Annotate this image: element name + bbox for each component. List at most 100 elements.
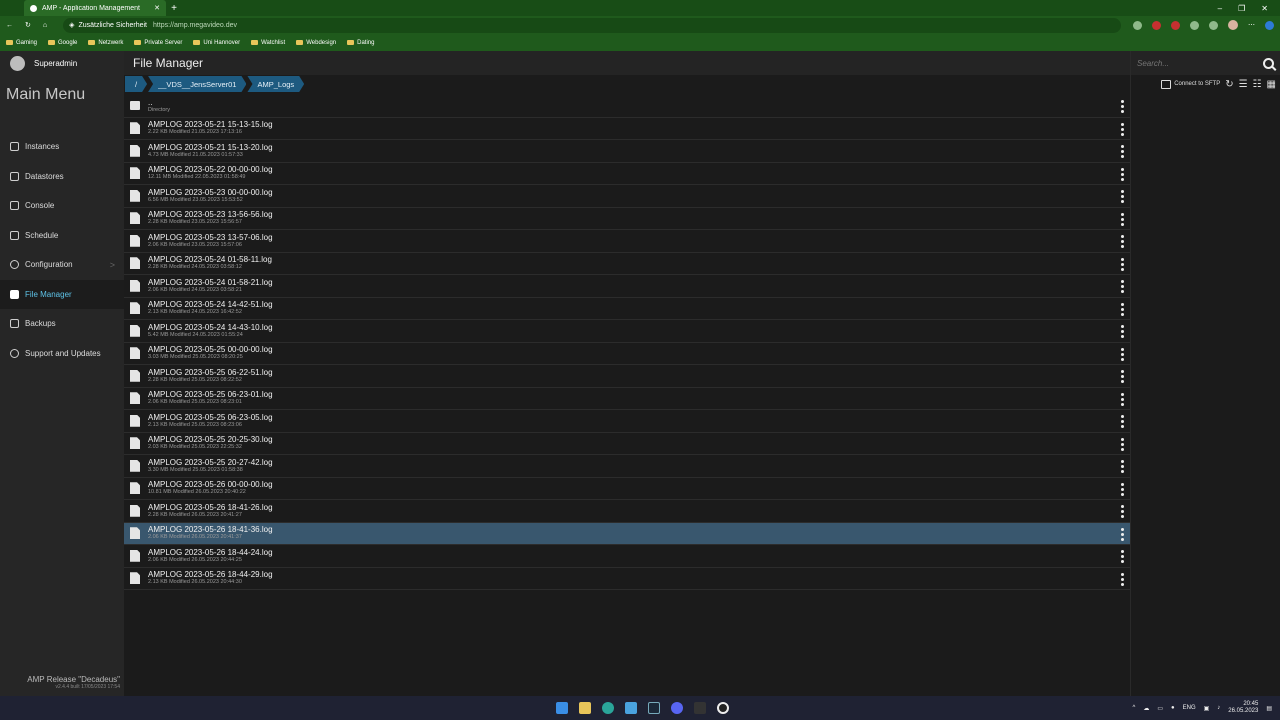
table-row[interactable]: AMPLOG 2023-05-25 20-27-42.log 3.30 MB Mo…	[124, 455, 1130, 478]
kebab-menu-icon[interactable]	[1121, 235, 1124, 248]
volume-icon[interactable]: ♪	[1217, 705, 1220, 711]
steam-icon[interactable]	[648, 702, 660, 714]
table-row[interactable]: AMPLOG 2023-05-21 15-13-15.log 2.22 KB Mo…	[124, 118, 1130, 140]
table-row[interactable]: AMPLOG 2023-05-25 00-00-00.log 3.03 MB Mo…	[124, 343, 1130, 365]
mic-icon[interactable]: ●	[1171, 705, 1175, 711]
notifications-icon[interactable]: ▤	[1266, 705, 1272, 712]
home-icon[interactable]: ⌂	[43, 22, 47, 29]
table-row[interactable]: AMPLOG 2023-05-25 20-25-30.log 2.03 KB Mo…	[124, 433, 1130, 455]
kebab-menu-icon[interactable]	[1121, 527, 1124, 541]
sidebar-item-backups[interactable]: Backups	[0, 309, 124, 339]
bookmark-uni-hannover[interactable]: Uni Hannover	[193, 40, 240, 46]
reload-icon[interactable]: ↻	[25, 21, 31, 29]
table-row[interactable]: AMPLOG 2023-05-23 00-00-00.log 6.56 MB Mo…	[124, 185, 1130, 208]
bookmark-netzwerk[interactable]: Netzwerk	[88, 40, 123, 46]
table-row[interactable]: AMPLOG 2023-05-24 14-42-51.log 2.13 KB Mo…	[124, 298, 1130, 320]
table-row[interactable]: AMPLOG 2023-05-26 18-44-24.log 2.06 KB Mo…	[124, 545, 1130, 568]
kebab-menu-icon[interactable]	[1121, 100, 1124, 113]
kebab-menu-icon[interactable]	[1121, 212, 1124, 226]
search-input[interactable]	[1137, 58, 1247, 68]
table-row[interactable]: AMPLOG 2023-05-26 18-44-29.log 2.13 KB Mo…	[124, 568, 1130, 590]
connect-sftp-button[interactable]: Connect to SFTP	[1161, 79, 1220, 89]
adblock-icon[interactable]	[1152, 20, 1161, 30]
kebab-menu-icon[interactable]	[1121, 122, 1124, 136]
bookmark-dating[interactable]: Dating	[347, 40, 374, 46]
table-row[interactable]: AMPLOG 2023-05-26 18-41-36.log 2.06 KB Mo…	[124, 522, 1130, 545]
bookmark-private-server[interactable]: Private Server	[134, 40, 182, 46]
bookmark-webdesign[interactable]: Webdesign	[296, 40, 336, 46]
back-icon[interactable]: ←	[6, 22, 13, 29]
detail-view-icon[interactable]: ☷	[1253, 79, 1262, 90]
table-row[interactable]: AMPLOG 2023-05-21 15-13-20.log 4.73 MB Mo…	[124, 140, 1130, 163]
parent-directory-row[interactable]: .. Directory	[124, 95, 1130, 118]
usb-icon[interactable]: ▭	[1157, 705, 1163, 712]
address-bar[interactable]: ◈ Zusätzliche Sicherheit https://amp.mega…	[63, 17, 1121, 33]
extension-red-icon[interactable]	[1171, 20, 1180, 30]
kebab-menu-icon[interactable]	[1121, 415, 1124, 428]
table-row[interactable]: AMPLOG 2023-05-24 14-43-10.log 5.42 MB Mo…	[124, 320, 1130, 343]
user-menu[interactable]: Superadmin	[0, 51, 124, 75]
favorites-icon[interactable]	[1190, 20, 1199, 30]
kebab-menu-icon[interactable]	[1121, 370, 1124, 383]
sidebar-item-schedule[interactable]: Schedule	[0, 221, 124, 251]
sidebar-item-file-manager[interactable]: File Manager	[0, 279, 124, 309]
table-row[interactable]: AMPLOG 2023-05-24 01-58-11.log 2.28 KB Mo…	[124, 253, 1130, 275]
edge-icon[interactable]	[602, 702, 614, 714]
kebab-menu-icon[interactable]	[1121, 550, 1124, 563]
cloud-icon[interactable]: ☁	[1143, 705, 1149, 712]
table-row[interactable]: AMPLOG 2023-05-25 06-23-01.log 2.06 KB Mo…	[124, 388, 1130, 410]
chevron-up-icon[interactable]: ^	[1132, 705, 1135, 711]
table-row[interactable]: AMPLOG 2023-05-26 18-41-26.log 2.28 KB Mo…	[124, 500, 1130, 523]
bookmark-watchlist[interactable]: Watchlist	[251, 40, 285, 46]
browser-tab[interactable]: AMP - Application Management ✕	[24, 0, 166, 16]
bing-icon[interactable]	[1265, 20, 1274, 30]
bookmark-google[interactable]: Google	[48, 40, 77, 46]
close-icon[interactable]: ✕	[154, 4, 160, 12]
clock[interactable]: 20:45 26.05.2023	[1228, 701, 1258, 715]
table-row[interactable]: AMPLOG 2023-05-22 00-00-00.log 12.11 MB M…	[124, 163, 1130, 185]
close-window-button[interactable]: ✕	[1261, 4, 1268, 13]
breadcrumb-server[interactable]: __VDS__JensServer01	[148, 76, 246, 92]
kebab-menu-icon[interactable]	[1121, 167, 1124, 181]
table-row[interactable]: AMPLOG 2023-05-25 06-22-51.log 2.28 KB Mo…	[124, 365, 1130, 388]
breadcrumb-root[interactable]: /	[125, 76, 147, 92]
more-icon[interactable]: ⋯	[1248, 21, 1255, 29]
network-icon[interactable]: ▣	[1204, 705, 1210, 712]
kebab-menu-icon[interactable]	[1121, 437, 1124, 451]
table-row[interactable]: AMPLOG 2023-05-26 00-00-00.log 10.81 MB M…	[124, 478, 1130, 500]
url-text[interactable]: https://amp.megavideo.dev	[153, 22, 237, 29]
profile-avatar[interactable]	[1228, 20, 1238, 30]
sidebar-item-datastores[interactable]: Datastores	[0, 162, 124, 192]
table-row[interactable]: AMPLOG 2023-05-25 06-23-05.log 2.13 KB Mo…	[124, 410, 1130, 433]
search-icon[interactable]	[1263, 57, 1274, 69]
kebab-menu-icon[interactable]	[1121, 325, 1124, 338]
collections-icon[interactable]	[1209, 20, 1218, 30]
kebab-menu-icon[interactable]	[1121, 460, 1124, 473]
discord-icon[interactable]	[671, 702, 683, 714]
kebab-menu-icon[interactable]	[1121, 392, 1124, 406]
kebab-menu-icon[interactable]	[1121, 347, 1124, 361]
sidebar-item-configuration[interactable]: Configuration >	[0, 250, 124, 280]
grid-view-icon[interactable]: ▦	[1267, 79, 1276, 90]
vpn-icon[interactable]	[625, 702, 637, 714]
language-indicator[interactable]: ENG	[1183, 705, 1196, 711]
new-tab-button[interactable]: +	[166, 3, 182, 14]
app-icon[interactable]	[694, 702, 706, 714]
kebab-menu-icon[interactable]	[1121, 145, 1124, 158]
kebab-menu-icon[interactable]	[1121, 190, 1124, 203]
bookmark-gaming[interactable]: Gaming	[6, 40, 37, 46]
list-view-icon[interactable]: ☰	[1239, 79, 1248, 90]
maximize-button[interactable]: ❐	[1238, 4, 1245, 13]
kebab-menu-icon[interactable]	[1121, 572, 1124, 586]
sidebar-item-console[interactable]: Console	[0, 191, 124, 221]
table-row[interactable]: AMPLOG 2023-05-24 01-58-21.log 2.06 KB Mo…	[124, 275, 1130, 298]
extension-icon[interactable]	[1133, 20, 1142, 30]
obs-icon[interactable]	[717, 702, 729, 714]
refresh-icon[interactable]: ↻	[1225, 79, 1233, 90]
table-row[interactable]: AMPLOG 2023-05-23 13-57-06.log 2.06 KB Mo…	[124, 230, 1130, 253]
sidebar-item-support[interactable]: Support and Updates	[0, 339, 124, 369]
breadcrumb-logs[interactable]: AMP_Logs	[247, 76, 304, 92]
windows-start-icon[interactable]	[556, 702, 568, 714]
sidebar-item-instances[interactable]: Instances	[0, 132, 124, 162]
kebab-menu-icon[interactable]	[1121, 280, 1124, 293]
